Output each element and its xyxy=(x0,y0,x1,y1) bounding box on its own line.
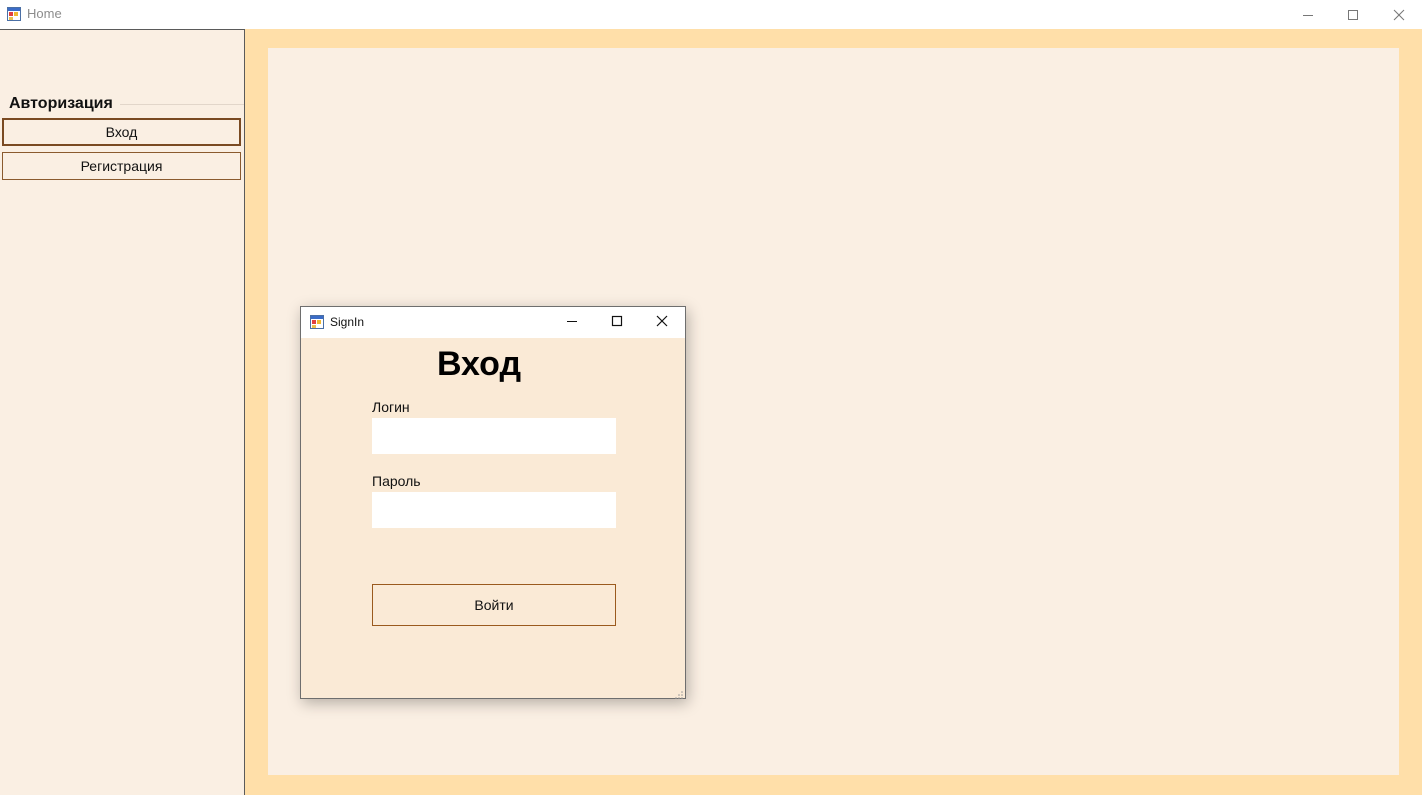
close-icon xyxy=(1393,9,1405,21)
maximize-icon xyxy=(611,314,623,332)
dialog-maximize-button[interactable] xyxy=(594,307,639,338)
dialog-title: SignIn xyxy=(330,315,365,329)
sidebar: Авторизация Вход Регистрация xyxy=(0,29,245,795)
resize-grip-icon[interactable] xyxy=(674,687,684,699)
signin-heading: Вход xyxy=(436,345,522,383)
window-title: Home xyxy=(27,6,62,21)
app-form-icon xyxy=(310,315,324,329)
login-label: Логин xyxy=(372,399,410,415)
sidebar-register-button[interactable]: Регистрация xyxy=(2,152,241,180)
dialog-close-button[interactable] xyxy=(639,307,684,338)
close-button[interactable] xyxy=(1376,0,1422,29)
login-input[interactable] xyxy=(372,418,616,454)
dialog-titlebar: SignIn xyxy=(301,307,685,338)
maximize-icon xyxy=(1347,9,1359,21)
signin-dialog: SignIn Вход Логин Пароль Войти xyxy=(300,306,686,699)
app-form-icon xyxy=(7,7,21,21)
password-label: Пароль xyxy=(372,473,421,489)
close-icon xyxy=(656,314,668,332)
group-divider xyxy=(120,104,244,105)
minimize-icon xyxy=(1302,9,1314,21)
minimize-button[interactable] xyxy=(1285,0,1331,29)
window-titlebar: Home xyxy=(0,0,1422,29)
maximize-button[interactable] xyxy=(1330,0,1376,29)
signin-submit-button[interactable]: Войти xyxy=(372,584,616,626)
auth-group-title: Авторизация xyxy=(9,95,113,112)
sidebar-signin-button[interactable]: Вход xyxy=(2,118,241,146)
minimize-icon xyxy=(566,314,578,332)
dialog-minimize-button[interactable] xyxy=(549,307,594,338)
password-input[interactable] xyxy=(372,492,616,528)
